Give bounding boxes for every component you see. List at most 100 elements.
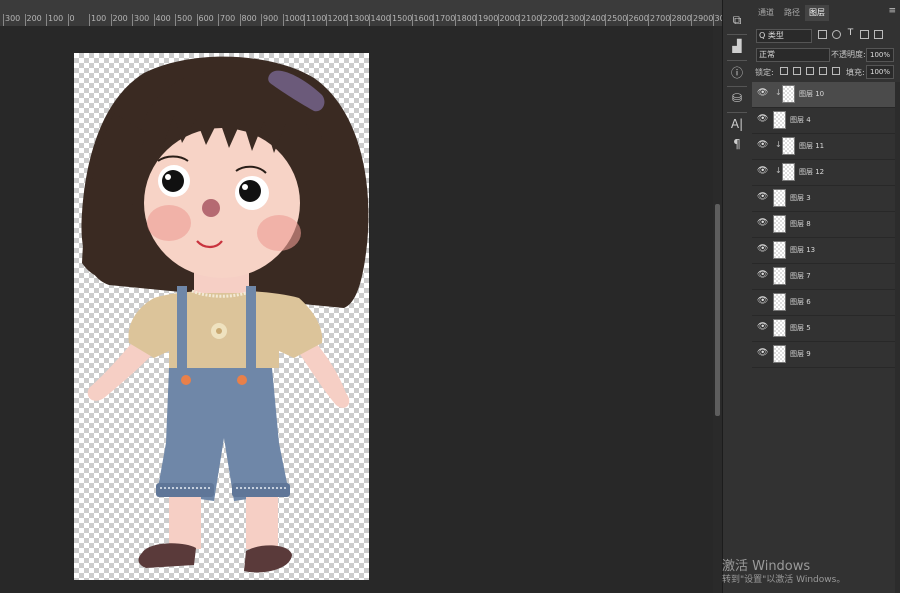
layer-row[interactable]: 👁 ↓ 图层 12 — [752, 160, 895, 186]
ruler-tick — [89, 14, 90, 26]
opacity-label: 不透明度: — [831, 50, 866, 59]
character-icon[interactable]: A| — [727, 114, 747, 134]
visibility-eye-icon[interactable]: 👁 — [757, 167, 768, 176]
layer-filter-select[interactable]: Q 类型 — [756, 29, 812, 43]
tab-paths[interactable]: 路径 — [780, 5, 804, 21]
layer-row[interactable]: 👁 图层 7 — [752, 264, 895, 290]
ruler-tick — [411, 14, 413, 26]
divider — [727, 60, 747, 61]
lock-all-icon[interactable] — [832, 67, 840, 75]
layer-thumbnail[interactable] — [773, 111, 786, 129]
layer-list: 👁 ↓ 图层 10 👁 图层 4 👁 ↓ 图层 11 👁 ↓ 图层 12 👁 图层 3 👁 图层 8 👁 图层 … — [752, 82, 895, 368]
layer-name[interactable]: 图层 3 — [790, 193, 811, 203]
visibility-eye-icon[interactable]: 👁 — [757, 297, 768, 306]
lock-transparent-icon[interactable] — [780, 67, 788, 75]
layer-thumbnail[interactable] — [773, 215, 786, 233]
layer-name[interactable]: 图层 6 — [790, 297, 811, 307]
smart-object-filter-icon[interactable] — [874, 30, 883, 39]
layer-thumbnail[interactable] — [773, 241, 786, 259]
tab-layers[interactable]: 图层 — [805, 5, 829, 21]
lock-label: 锁定: — [755, 68, 774, 77]
type-filter-icon[interactable]: T — [846, 29, 855, 39]
layer-thumbnail[interactable] — [773, 345, 786, 363]
visibility-eye-icon[interactable]: 👁 — [757, 271, 768, 280]
layer-name[interactable]: 图层 12 — [799, 167, 824, 177]
layer-name[interactable]: 图层 9 — [790, 349, 811, 359]
layer-thumbnail[interactable] — [773, 319, 786, 337]
panel-menu-icon[interactable]: ≡ — [888, 6, 896, 16]
layer-name[interactable]: 图层 8 — [790, 219, 811, 229]
document-canvas[interactable] — [74, 53, 369, 580]
layer-row[interactable]: 👁 ↓ 图层 11 — [752, 134, 895, 160]
layer-thumbnail[interactable] — [773, 267, 786, 285]
adjustment-filter-icon[interactable] — [832, 30, 841, 39]
lock-artboard-icon[interactable] — [819, 67, 827, 75]
ruler-label: 500 — [177, 14, 193, 23]
blend-mode-select[interactable]: 正常 — [756, 48, 830, 62]
activation-watermark-text: 转到"设置"以激活 Windows。 — [722, 575, 846, 585]
ruler-tick — [497, 14, 499, 26]
layer-thumbnail[interactable] — [773, 293, 786, 311]
layer-thumbnail[interactable] — [782, 137, 795, 155]
ruler-label: 600 — [198, 14, 214, 23]
layer-name[interactable]: 图层 10 — [799, 89, 824, 99]
ruler-tick — [132, 14, 133, 26]
visibility-eye-icon[interactable]: 👁 — [757, 141, 768, 150]
history-icon[interactable]: ⧉ — [727, 10, 747, 30]
histogram-icon[interactable]: ▟ — [727, 36, 747, 56]
image-filter-icon[interactable] — [818, 30, 827, 39]
layer-row[interactable]: 👁 图层 6 — [752, 290, 895, 316]
layer-name[interactable]: 图层 11 — [799, 141, 824, 151]
layer-row[interactable]: 👁 图层 13 — [752, 238, 895, 264]
layer-row[interactable]: 👁 图层 8 — [752, 212, 895, 238]
layer-name[interactable]: 图层 13 — [790, 245, 815, 255]
canvas-vertical-scrollbar[interactable] — [713, 26, 722, 593]
ruler-label: 30 — [714, 14, 723, 23]
ruler-tick — [390, 14, 391, 26]
ruler-tick — [669, 14, 671, 26]
layer-name[interactable]: 图层 5 — [790, 323, 811, 333]
scrollbar-thumb[interactable] — [715, 204, 720, 416]
opacity-input[interactable]: 100% — [866, 48, 894, 62]
ruler-tick — [519, 14, 520, 26]
ruler-tick — [282, 14, 284, 26]
layer-row[interactable]: 👁 图层 9 — [752, 342, 895, 368]
visibility-eye-icon[interactable]: 👁 — [757, 115, 768, 124]
layer-row[interactable]: 👁 图层 5 — [752, 316, 895, 342]
ruler-label: 1700 — [435, 14, 456, 23]
layer-thumbnail[interactable] — [782, 163, 795, 181]
ruler-label: 700 — [220, 14, 236, 23]
visibility-eye-icon[interactable]: 👁 — [757, 323, 768, 332]
lock-position-icon[interactable] — [806, 67, 814, 75]
clone-source-icon[interactable]: ⛁ — [727, 88, 747, 108]
ruler-tick — [24, 14, 26, 26]
tab-channels[interactable]: 通道 — [754, 5, 778, 21]
ruler-label: 2900 — [693, 14, 714, 23]
visibility-eye-icon[interactable]: 👁 — [757, 89, 768, 98]
layer-row[interactable]: 👁 图层 3 — [752, 186, 895, 212]
visibility-eye-icon[interactable]: 👁 — [757, 193, 768, 202]
paragraph-icon[interactable]: ¶ — [727, 134, 747, 154]
divider — [727, 86, 747, 87]
layer-name[interactable]: 图层 7 — [790, 271, 811, 281]
ruler-label: 900 — [263, 14, 279, 23]
layer-name[interactable]: 图层 4 — [790, 115, 811, 125]
layer-row[interactable]: 👁 ↓ 图层 10 — [752, 82, 895, 108]
ruler-label: 1500 — [392, 14, 413, 23]
fill-input[interactable]: 100% — [866, 65, 894, 79]
layer-row[interactable]: 👁 图层 4 — [752, 108, 895, 134]
visibility-eye-icon[interactable]: 👁 — [757, 219, 768, 228]
layer-thumbnail[interactable] — [773, 189, 786, 207]
visibility-eye-icon[interactable]: 👁 — [757, 349, 768, 358]
visibility-eye-icon[interactable]: 👁 — [757, 245, 768, 254]
info-icon[interactable]: ⓘ — [727, 62, 747, 82]
layers-scrollbar[interactable] — [895, 82, 900, 593]
ruler-label: 2600 — [628, 14, 649, 23]
shape-filter-icon[interactable] — [860, 30, 869, 39]
ruler-tick — [218, 14, 219, 26]
ruler-tick — [433, 14, 434, 26]
ruler-tick — [605, 14, 606, 26]
layer-thumbnail[interactable] — [782, 85, 795, 103]
ruler-label: 800 — [241, 14, 257, 23]
lock-image-icon[interactable] — [793, 67, 801, 75]
